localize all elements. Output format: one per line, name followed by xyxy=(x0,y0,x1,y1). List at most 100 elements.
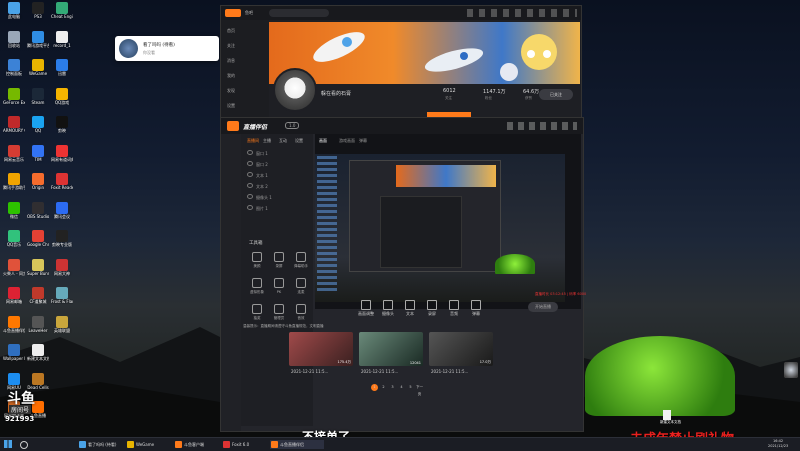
desktop-icon[interactable]: CF道聚城 xyxy=(27,287,49,304)
sidebar-item[interactable]: 设置 xyxy=(227,103,235,109)
video-thumbnail[interactable]: 12041 xyxy=(359,332,423,366)
taskbar-item[interactable]: 斗鱼直播伴侣 xyxy=(270,440,324,449)
scene-tab[interactable]: 弹幕 xyxy=(359,138,367,144)
tool-button[interactable]: 虚拟形象 xyxy=(247,278,267,295)
source-item[interactable]: 图片 1 xyxy=(247,205,307,213)
desktop-icon[interactable]: Super Bunny Man xyxy=(27,258,49,276)
desktop-icon[interactable]: OBS Studio xyxy=(27,201,49,219)
clock[interactable]: 16:42 2021/12/23 xyxy=(768,439,788,449)
notification-card[interactable]: 看了吗吗 (待看) 你没看 xyxy=(115,36,219,61)
source-item[interactable]: 窗口 1 xyxy=(247,150,307,158)
desktop-icon[interactable]: 网易邮箱 xyxy=(3,287,25,304)
taskbar-search-icon[interactable] xyxy=(20,441,28,449)
profile-avatar[interactable] xyxy=(273,68,317,112)
desktop-icon[interactable]: Wallpaper Engine xyxy=(3,344,25,361)
control-button[interactable]: 弹幕 xyxy=(467,300,485,317)
go-live-button[interactable]: 开始直播 xyxy=(528,302,558,312)
control-button[interactable]: 录屏 xyxy=(423,300,441,317)
sidebar-item[interactable]: 首页 xyxy=(227,28,235,34)
desktop-icon[interactable]: 斗鱼直播伴侣 xyxy=(3,315,25,333)
live-tab[interactable]: 直播间 xyxy=(247,138,259,144)
sidebar-item[interactable]: 消息 xyxy=(227,58,235,64)
sidebar-item[interactable]: 关注 xyxy=(227,43,235,49)
page-button[interactable]: 2 xyxy=(380,384,387,391)
eye-icon[interactable] xyxy=(247,172,253,177)
scene-tab[interactable]: 游戏画面 xyxy=(339,138,355,144)
taskbar-item[interactable]: 看了吗吗 (待看) xyxy=(78,440,132,449)
control-button[interactable]: 音频 xyxy=(445,300,463,317)
tool-button[interactable]: 弹幕助手 xyxy=(291,252,311,269)
eye-icon[interactable] xyxy=(247,194,253,199)
titlebar-controls[interactable] xyxy=(507,122,577,130)
desktop-icon[interactable]: 新建文本文档 xyxy=(27,344,49,361)
tool-button[interactable]: 连麦 xyxy=(291,278,311,295)
desktop-icon[interactable]: 迅雷 xyxy=(51,59,73,76)
source-item[interactable]: 窗口 2 xyxy=(247,161,307,169)
eye-icon[interactable] xyxy=(247,183,253,188)
page-button[interactable]: 1 xyxy=(371,384,378,391)
live-tab[interactable]: 互动 xyxy=(279,138,287,144)
desktop-icon[interactable]: 网易有道词典 xyxy=(51,144,73,162)
video-thumbnail[interactable]: 175.4万 xyxy=(289,332,353,366)
desktop-icon[interactable]: record_1 xyxy=(51,30,73,48)
desktop-icon[interactable]: Foxit Reader xyxy=(51,173,73,190)
desktop-icon[interactable]: 剪映专业版 xyxy=(51,230,73,247)
desktop-icon[interactable]: Steam xyxy=(27,87,49,105)
desktop-icon[interactable]: Frost & Flame xyxy=(51,287,73,304)
tool-button[interactable]: 管理员 xyxy=(269,304,289,321)
source-item[interactable]: 摄像头 1 xyxy=(247,194,307,202)
desktop-icon[interactable]: QQ游戏 xyxy=(51,87,73,105)
start-button[interactable] xyxy=(4,440,12,448)
desktop-icon[interactable]: 微信 xyxy=(3,201,25,219)
tool-button[interactable]: 抽奖 xyxy=(247,304,267,321)
page-button[interactable]: 下一页 xyxy=(416,384,423,396)
desktop-icon[interactable]: TIM xyxy=(27,144,49,162)
control-button[interactable]: 画面调整 xyxy=(357,300,375,317)
source-item[interactable]: 文本 2 xyxy=(247,183,307,191)
tool-button[interactable]: 美颜 xyxy=(247,252,267,269)
desktop-icon[interactable]: Origin xyxy=(27,173,49,190)
window-controls[interactable] xyxy=(467,9,577,17)
desktop-icon[interactable]: PS3 xyxy=(27,2,49,19)
taskbar-item[interactable]: WeGame xyxy=(126,440,180,449)
desktop-icon[interactable]: 控制面板 xyxy=(3,59,25,76)
control-button[interactable]: 摄像头 xyxy=(379,300,397,317)
desktop-icon[interactable]: 回收站 xyxy=(3,30,25,48)
page-button[interactable]: 3 xyxy=(389,384,396,391)
tool-button[interactable]: PK xyxy=(269,278,289,294)
eye-icon[interactable] xyxy=(247,150,253,155)
desktop-icon[interactable]: 火柴人 - 同步 xyxy=(3,258,25,276)
desktop-icon[interactable]: LeaveHer xyxy=(27,315,49,333)
desktop-icon[interactable]: 腾讯游戏平台 xyxy=(27,30,49,48)
live-tab[interactable]: 主播 xyxy=(263,138,271,144)
desktop-icon[interactable]: Cheat Engine xyxy=(51,2,73,19)
taskbar-item[interactable]: 斗鱼客户端 xyxy=(174,440,228,449)
sidebar-item[interactable]: 我的 xyxy=(227,73,235,79)
control-button[interactable]: 文本 xyxy=(401,300,419,317)
eye-icon[interactable] xyxy=(247,161,253,166)
sidebar-item[interactable]: 发现 xyxy=(227,88,235,94)
desktop-icon[interactable]: 剪映 xyxy=(51,116,73,133)
desktop-icon[interactable]: 英雄联盟 xyxy=(51,315,73,333)
desktop-icon[interactable]: Dead Cells xyxy=(27,372,49,390)
taskbar-item[interactable]: Foxit 6.0 xyxy=(222,440,276,449)
desktop-icon[interactable]: 网易云音乐 xyxy=(3,144,25,162)
desktop-icon[interactable]: 此电脑 xyxy=(3,2,25,19)
desktop-file-right[interactable]: 新建文本文档 xyxy=(660,410,681,425)
page-button[interactable]: 5 xyxy=(407,384,414,391)
desktop-icon[interactable]: QQ xyxy=(27,116,49,133)
desktop-icon[interactable]: GeForce Experience xyxy=(3,87,25,105)
desktop-icon[interactable]: QQ音乐 xyxy=(3,230,25,247)
tool-button[interactable]: 音效 xyxy=(291,304,311,321)
desktop-icon[interactable]: 腾讯手游助手 xyxy=(3,173,25,190)
tool-button[interactable]: 录屏 xyxy=(269,252,289,269)
video-thumbnail[interactable]: 17.0万 xyxy=(429,332,493,366)
search-input[interactable] xyxy=(269,9,329,17)
live-tab[interactable]: 设置 xyxy=(295,138,303,144)
desktop-icon[interactable]: 腾讯会议 xyxy=(51,201,73,219)
page-button[interactable]: 4 xyxy=(398,384,405,391)
desktop-icon[interactable]: Google Chrome xyxy=(27,230,49,247)
source-item[interactable]: 文本 1 xyxy=(247,172,307,180)
desktop-icon[interactable]: WeGame xyxy=(27,59,49,76)
desktop-icon[interactable]: ARMOURY CRATE xyxy=(3,116,25,133)
